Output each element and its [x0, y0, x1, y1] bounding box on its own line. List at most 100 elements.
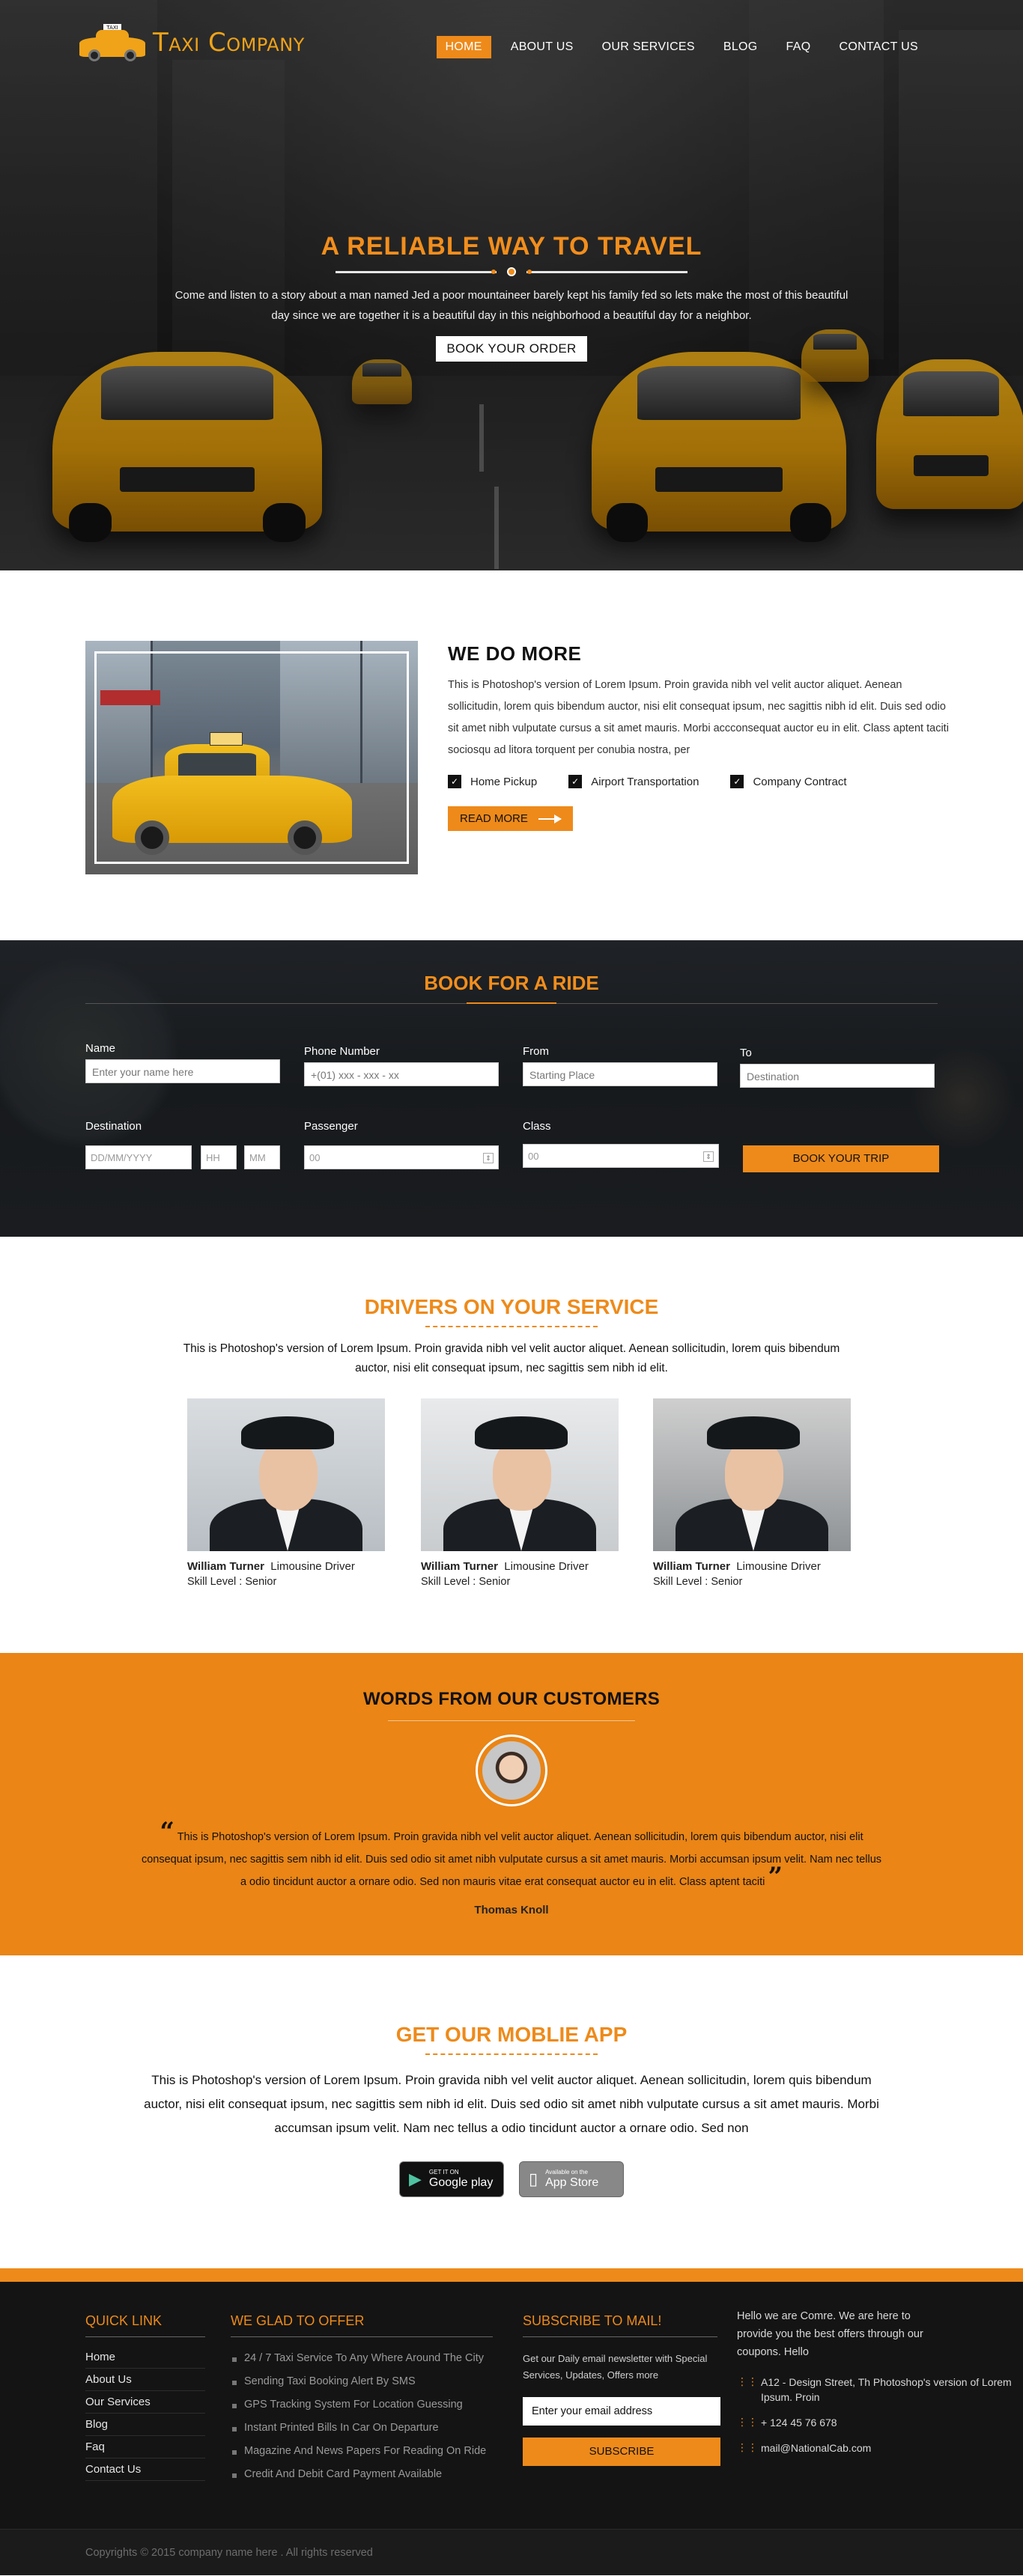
- nav-blog[interactable]: BLOG: [714, 36, 767, 58]
- from-input[interactable]: Starting Place: [523, 1062, 717, 1086]
- close-quote-icon: ”: [768, 1862, 783, 1892]
- nav-contact-us[interactable]: CONTACT US: [830, 36, 927, 58]
- stepper-icon[interactable]: ⇕: [703, 1151, 714, 1162]
- drivers-intro: This is Photoshop's version of Lorem Ips…: [183, 1342, 840, 1374]
- subscribe-button[interactable]: SUBSCRIBE: [523, 2438, 720, 2466]
- passenger-value: 00: [309, 1152, 321, 1163]
- nav-faq[interactable]: FAQ: [777, 36, 820, 58]
- feature-label: Home Pickup: [470, 775, 538, 788]
- we-do-more-content: WE DO MORE This is Photoshop's version o…: [448, 642, 950, 831]
- hero-content: A RELIABLE WAY TO TRAVEL Come and listen…: [0, 232, 1023, 362]
- email-input[interactable]: Enter your email address: [523, 2397, 720, 2426]
- testimonial-author: Thomas Knoll: [474, 1904, 549, 1916]
- book-order-button[interactable]: BOOK YOUR ORDER: [436, 336, 587, 362]
- to-input[interactable]: Destination: [740, 1064, 935, 1088]
- title-underline: [425, 2053, 598, 2055]
- hour-input[interactable]: HH: [201, 1145, 237, 1169]
- testimonial-section: WORDS FROM OUR CUSTOMERS “ This is Photo…: [0, 1653, 1023, 1955]
- passenger-stepper[interactable]: 00 ⇕: [304, 1145, 499, 1169]
- name-label: Name: [85, 1042, 116, 1055]
- feature-home-pickup: ✓ Home Pickup: [448, 775, 537, 788]
- driver-name-line: William Turner Limousine Driver: [421, 1560, 619, 1573]
- mobile-app-section: GET OUR MOBLIE APP This is Photoshop's v…: [0, 1955, 1023, 2268]
- checkbox-checked-icon: ✓: [448, 775, 461, 788]
- phone-text: + 124 45 76 678: [761, 2417, 837, 2429]
- driver-name: William Turner: [421, 1560, 498, 1573]
- phone-icon: ▯: [529, 2169, 538, 2189]
- class-label: Class: [523, 1120, 551, 1133]
- nav-about-us[interactable]: ABOUT US: [502, 36, 583, 58]
- photo-frame: [94, 651, 409, 864]
- phone-field: Phone Number +(01) xxx - xxx - xx: [304, 1045, 499, 1086]
- subscribe-column: SUBSCRIBE TO MAIL! Get our Daily email n…: [523, 2313, 720, 2466]
- badge-small-text: Available on the: [545, 2169, 588, 2175]
- to-label: To: [740, 1047, 752, 1059]
- google-play-button[interactable]: ▶ GET IT ON Google play: [399, 2161, 504, 2197]
- class-stepper[interactable]: 00 ⇕: [523, 1144, 719, 1168]
- nav-home[interactable]: HOME: [436, 36, 491, 58]
- date-input[interactable]: DD/MM/YYYY: [85, 1145, 192, 1169]
- name-input[interactable]: Enter your name here: [85, 1059, 280, 1083]
- from-field: From Starting Place: [523, 1045, 717, 1086]
- footer-link-faq[interactable]: Faq: [85, 2436, 205, 2458]
- phone-input[interactable]: +(01) xxx - xxx - xx: [304, 1062, 499, 1086]
- footer-link-services[interactable]: Our Services: [85, 2391, 205, 2414]
- page: TAXI Taxi Company HOME ABOUT US OUR SERV…: [0, 0, 1023, 2575]
- feature-label: Company Contract: [753, 775, 847, 788]
- arrow-right-icon: [538, 814, 562, 823]
- driver-role: Limousine Driver: [736, 1560, 821, 1573]
- open-quote-icon: “: [160, 1817, 174, 1847]
- quick-links-column: QUICK LINK Home About Us Our Services Bl…: [85, 2313, 205, 2481]
- footer-link-home[interactable]: Home: [85, 2346, 205, 2369]
- driver-name-line: William Turner Limousine Driver: [653, 1560, 851, 1573]
- passenger-field: Passenger: [304, 1120, 358, 1137]
- driver-card: William Turner Limousine Driver Skill Le…: [421, 1398, 619, 1588]
- app-text: This is Photoshop's version of Lorem Ips…: [144, 2073, 879, 2135]
- driver-name-line: William Turner Limousine Driver: [187, 1560, 385, 1573]
- phone-icon: ⋮⋮: [737, 2417, 758, 2429]
- badge-small-text: GET IT ON: [428, 2169, 459, 2175]
- app-title: GET OUR MOBLIE APP: [395, 2023, 628, 2046]
- drivers-section: DRIVERS ON YOUR SERVICE This is Photosho…: [0, 1237, 1023, 1653]
- book-trip-button[interactable]: BOOK YOUR TRIP: [743, 1145, 939, 1172]
- footer-link-blog[interactable]: Blog: [85, 2414, 205, 2436]
- driver-photo: [653, 1398, 851, 1551]
- offer-item: Sending Taxi Booking Alert By SMS: [231, 2369, 493, 2393]
- app-store-button[interactable]: ▯ Available on the App Store: [519, 2161, 624, 2197]
- feature-label: Airport Transportation: [591, 775, 699, 788]
- booking-section: BOOK FOR A RIDE Name Enter your name her…: [0, 940, 1023, 1237]
- email-row: ⋮⋮ mail@NationalCab.com: [737, 2440, 1023, 2455]
- driver-name: William Turner: [187, 1560, 264, 1573]
- driver-skill: Skill Level : Senior: [653, 1576, 743, 1588]
- section-text: This is Photoshop's version of Lorem Ips…: [448, 679, 949, 756]
- offers-title: WE GLAD TO OFFER: [231, 2313, 365, 2328]
- about-text: Hello we are Comre. We are here to provi…: [737, 2310, 923, 2358]
- subscribe-text: Get our Daily email newsletter with Spec…: [523, 2353, 708, 2381]
- nav-our-services[interactable]: OUR SERVICES: [593, 36, 704, 58]
- footer: QUICK LINK Home About Us Our Services Bl…: [0, 2282, 1023, 2529]
- destination-label: Destination: [85, 1120, 142, 1133]
- name-field: Name Enter your name here: [85, 1042, 280, 1083]
- title-underline: [425, 1325, 598, 1327]
- offer-item: 24 / 7 Taxi Service To Any Where Around …: [231, 2346, 493, 2369]
- footer-link-about[interactable]: About Us: [85, 2369, 205, 2391]
- badge-big-text: Google play: [428, 2176, 494, 2189]
- read-more-button[interactable]: READ MORE: [448, 806, 573, 831]
- read-more-label: READ MORE: [460, 812, 528, 825]
- copyright-bar: Copyrights © 2015 company name here . Al…: [0, 2529, 1023, 2575]
- feature-checklist: ✓ Home Pickup ✓ Airport Transportation ✓ Co…: [448, 775, 950, 788]
- main-nav: HOME ABOUT US OUR SERVICES BLOG FAQ CONT…: [436, 36, 927, 58]
- google-play-icon: ▶: [409, 2169, 422, 2189]
- brand-name: Taxi Company: [153, 28, 305, 58]
- footer-link-contact[interactable]: Contact Us: [85, 2458, 205, 2481]
- offers-column: WE GLAD TO OFFER 24 / 7 Taxi Service To …: [231, 2313, 493, 2485]
- quick-links-title: QUICK LINK: [85, 2313, 163, 2328]
- driver-photo: [421, 1398, 619, 1551]
- hero-text: Come and listen to a story about a man n…: [174, 289, 849, 322]
- stepper-icon[interactable]: ⇕: [483, 1153, 494, 1163]
- logo[interactable]: TAXI Taxi Company: [79, 24, 305, 61]
- email-text[interactable]: mail@NationalCab.com: [761, 2440, 871, 2455]
- feature-company-contract: ✓ Company Contract: [730, 775, 847, 788]
- minute-input[interactable]: MM: [244, 1145, 280, 1169]
- driver-name: William Turner: [653, 1560, 730, 1573]
